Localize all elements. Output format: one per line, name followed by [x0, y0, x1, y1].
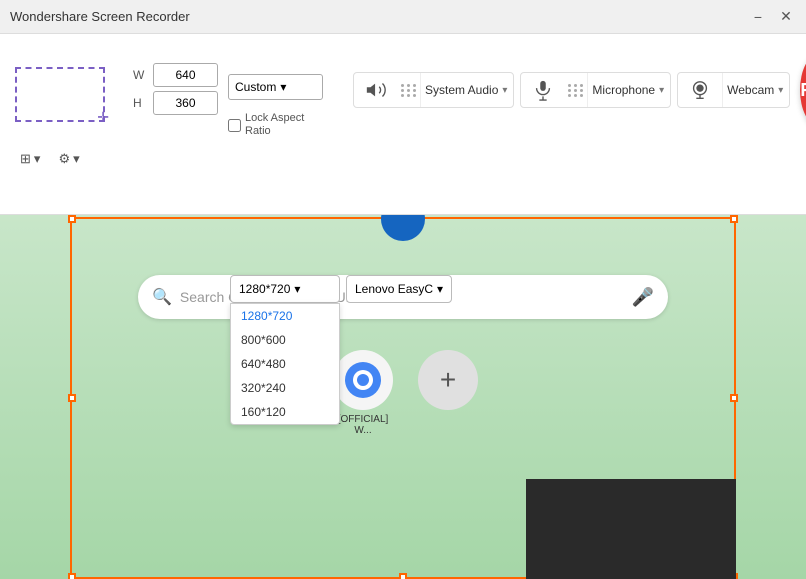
thumb-0[interactable] [333, 350, 393, 410]
width-row: W [133, 63, 218, 87]
lock-aspect-label: Lock Aspect Ratio [245, 112, 323, 138]
microphone-icon-area [521, 79, 565, 101]
height-input[interactable] [153, 91, 218, 115]
system-audio-group: System Audio ▾ [353, 72, 514, 108]
screen-picker-icon: ⊞ [20, 151, 31, 167]
av-controls: System Audio ▾ [353, 72, 790, 108]
microphone-icon [532, 79, 554, 101]
microphone-dots [565, 84, 587, 97]
settings-button[interactable]: ⚙ ▾ [53, 148, 84, 170]
main-controls-row: ✛ W H Custom ▾ [0, 34, 806, 142]
webcam-device-chevron: ▾ [437, 282, 443, 296]
resolution-dropdown: 1280*720 800*600 640*480 320*240 160*120 [230, 303, 340, 425]
thumb-add[interactable]: + [418, 350, 478, 410]
microphone-chevron: ▾ [659, 85, 664, 96]
window-controls: − ✕ [748, 7, 796, 27]
bottom-bar: ⊞ ▾ ⚙ ▾ [0, 142, 806, 176]
microphone-group: Microphone ▾ [520, 72, 671, 108]
system-audio-label: System Audio [425, 83, 498, 97]
width-label: W [133, 68, 147, 82]
minimize-button[interactable]: − [748, 7, 768, 27]
microphone-dropdown[interactable]: Microphone ▾ [587, 73, 670, 107]
resolution-selector: 1280*720 ▾ 1280*720 800*600 640*480 320*… [230, 275, 340, 303]
handle-bl[interactable] [68, 573, 76, 579]
toolbar: Wondershare Screen Recorder − ✕ ✛ W [0, 0, 806, 215]
settings-chevron: ▾ [73, 151, 80, 167]
system-audio-chevron: ▾ [502, 85, 507, 96]
handle-ml[interactable] [68, 394, 76, 402]
height-label: H [133, 96, 147, 110]
handle-bm[interactable] [399, 573, 407, 579]
thumbnails: [OFFICIAL] W... + [328, 350, 478, 436]
rec-button[interactable]: REC [800, 54, 806, 126]
system-audio-dropdown[interactable]: System Audio ▾ [420, 73, 513, 107]
handle-tr[interactable] [730, 215, 738, 223]
resolution-current: 1280*720 [239, 282, 290, 296]
width-input[interactable] [153, 63, 218, 87]
webcam-chevron: ▾ [778, 85, 783, 96]
title-bar: Wondershare Screen Recorder − ✕ [0, 0, 806, 34]
microphone-label: Microphone [592, 83, 655, 97]
app-title: Wondershare Screen Recorder [10, 9, 190, 24]
lock-aspect-group: Lock Aspect Ratio [228, 112, 323, 138]
thumb-wrap-plus: + [418, 350, 478, 436]
chrome-logo [345, 362, 381, 398]
webcam-dropdown[interactable]: Webcam ▾ [722, 73, 789, 107]
resolution-chevron: ▾ [294, 282, 300, 296]
webcam-preview [526, 479, 736, 579]
webcam-icon [689, 79, 711, 101]
size-inputs: W H [133, 63, 218, 115]
webcam-group: Webcam ▾ [677, 72, 790, 108]
webcam-icon-area [678, 79, 722, 101]
browser-content: 🔍 Search Google or type a URL 🎤 [OFFICIA… [0, 215, 806, 579]
system-audio-dots [398, 84, 420, 97]
resolution-dropdown-area: 1280*720 ▾ 1280*720 800*600 640*480 320*… [230, 275, 452, 303]
settings-icon: ⚙ [58, 151, 70, 167]
screenshot-area: 🔍 Search Google or type a URL 🎤 [OFFICIA… [0, 215, 806, 579]
resolution-option-0[interactable]: 1280*720 [231, 304, 339, 328]
screen-picker-button[interactable]: ⊞ ▾ [15, 148, 45, 170]
custom-label: Custom [235, 80, 276, 94]
system-audio-icon-area [354, 79, 398, 101]
resolution-option-2[interactable]: 640*480 [231, 352, 339, 376]
height-row: H [133, 91, 218, 115]
resolution-option-3[interactable]: 320*240 [231, 376, 339, 400]
speaker-icon [365, 79, 387, 101]
search-icon: 🔍 [152, 287, 172, 307]
screen-picker-chevron: ▾ [34, 151, 41, 167]
resolution-option-4[interactable]: 160*120 [231, 400, 339, 424]
webcam-label: Webcam [727, 83, 774, 97]
handle-mr[interactable] [730, 394, 738, 402]
resolution-option-1[interactable]: 800*600 [231, 328, 339, 352]
voice-search-icon: 🎤 [632, 287, 654, 308]
canvas-section: ✛ W H [15, 59, 218, 122]
resolution-select-btn[interactable]: 1280*720 ▾ [230, 275, 340, 303]
custom-dropdown[interactable]: Custom ▾ [228, 74, 323, 100]
webcam-device-label: Lenovo EasyC [355, 282, 433, 296]
webcam-device-selector[interactable]: Lenovo EasyC ▾ [346, 275, 452, 303]
close-button[interactable]: ✕ [776, 7, 796, 27]
custom-chevron: ▾ [280, 80, 286, 94]
canvas-preview: ✛ [15, 67, 105, 122]
cursor-icon: ✛ [97, 109, 109, 126]
handle-tl[interactable] [68, 215, 76, 223]
lock-aspect-checkbox[interactable] [228, 119, 241, 132]
